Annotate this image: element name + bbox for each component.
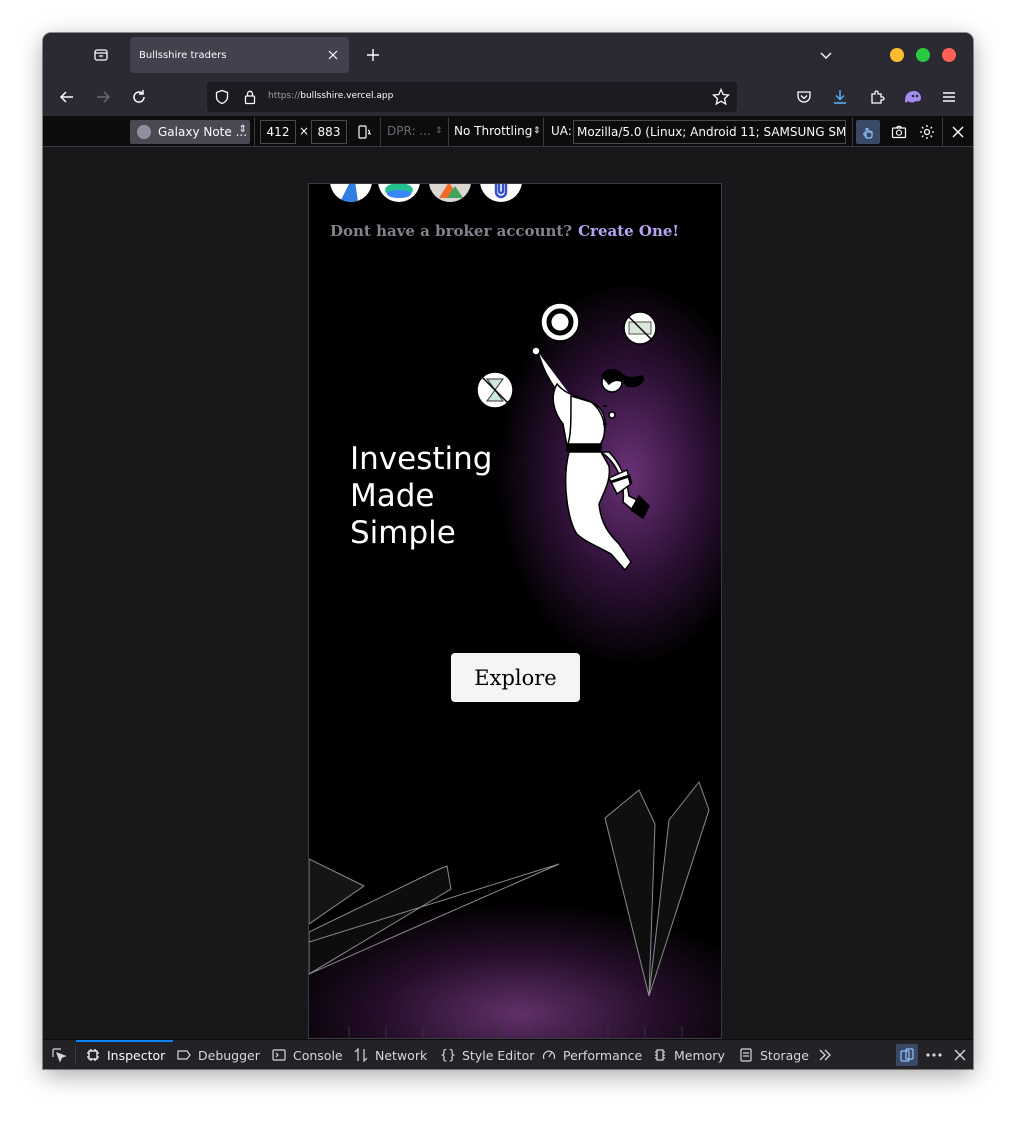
firefox-view-icon[interactable]	[89, 43, 113, 67]
close-tab-icon[interactable]	[325, 47, 341, 63]
hero-illustration	[309, 302, 710, 1038]
headline-line: Simple	[350, 515, 456, 551]
debugger-icon	[176, 1047, 192, 1063]
lock-icon[interactable]	[242, 89, 258, 109]
inspector-icon	[85, 1047, 101, 1063]
device-name: Galaxy Note ...	[158, 125, 248, 139]
extensions-icon[interactable]	[865, 85, 889, 109]
jumping-woman-figure	[531, 346, 650, 572]
headline-line: Made	[350, 478, 435, 514]
no-hourglass-icon	[476, 371, 514, 409]
tab-title: Bullsshire traders	[139, 49, 227, 61]
responsive-design-toolbar: Galaxy Note ... ⇕ 412 × 883 DPR: ... ⇕ N…	[43, 117, 973, 147]
network-icon	[353, 1047, 369, 1063]
rotate-device-icon[interactable]	[352, 120, 376, 144]
performance-icon	[541, 1047, 557, 1063]
more-options-icon[interactable]	[923, 1044, 945, 1066]
close-window-button[interactable]	[942, 48, 956, 62]
devtools-toolbar: Inspector Debugger Console Network {} St…	[43, 1039, 973, 1069]
menu-icon[interactable]	[937, 85, 961, 109]
divider	[543, 117, 544, 147]
divider	[448, 117, 449, 147]
nav-bar: https://bullsshire.vercel.app	[43, 77, 973, 117]
times-sign: ×	[299, 124, 310, 138]
tab-label: Inspector	[107, 1047, 166, 1063]
tab-label: Performance	[563, 1047, 643, 1063]
divider	[380, 117, 381, 147]
back-arrow-icon[interactable]	[55, 85, 79, 109]
element-picker-icon[interactable]	[48, 1044, 70, 1066]
forward-arrow-icon[interactable]	[91, 85, 115, 109]
sort-arrows-icon: ⇕	[533, 126, 541, 136]
divider	[852, 117, 853, 147]
no-money-icon	[623, 311, 657, 345]
headline-line: Investing	[350, 441, 493, 477]
tab-style-editor[interactable]: {} Style Editor	[439, 1040, 535, 1069]
url-scheme: https://	[268, 91, 301, 101]
chrome-icon	[137, 125, 151, 139]
tab-bar: Bullsshire traders	[43, 33, 973, 77]
ua-label: UA:	[551, 124, 572, 138]
no-zero-brokerage-icon	[540, 302, 580, 342]
memory-icon	[652, 1047, 668, 1063]
divider	[942, 117, 943, 147]
device-selector[interactable]: Galaxy Note ... ⇕	[130, 120, 250, 144]
divider	[75, 1046, 76, 1064]
browser-window: Bullsshire traders https://bullsshire.ve…	[43, 33, 973, 1069]
new-tab-icon[interactable]	[361, 43, 385, 67]
bookmark-star-icon[interactable]	[711, 87, 731, 110]
user-agent-input[interactable]: Mozilla/5.0 (Linux; Android 11; SAMSUNG …	[573, 120, 846, 144]
tab-storage[interactable]: Storage	[738, 1040, 809, 1069]
tab-label: Network	[375, 1047, 428, 1063]
hero-headline: Investing Made Simple	[350, 441, 492, 552]
downloads-icon[interactable]	[828, 85, 852, 109]
tab-label: Console	[293, 1047, 343, 1063]
tab-label: Memory	[674, 1047, 725, 1063]
tab-network[interactable]: Network	[353, 1040, 427, 1069]
divider	[254, 117, 255, 147]
chevron-down-icon[interactable]	[814, 43, 838, 67]
reload-icon[interactable]	[127, 85, 151, 109]
bottom-tick-marks	[348, 1026, 683, 1038]
sort-arrows-icon: ⇕	[435, 126, 443, 136]
url-host: bullsshire.vercel.app	[300, 91, 394, 101]
close-devtools-icon[interactable]	[949, 1044, 971, 1066]
screenshot-icon[interactable]	[887, 120, 911, 144]
storage-icon	[738, 1047, 754, 1063]
pocket-icon[interactable]	[792, 85, 816, 109]
tab-inspector[interactable]: Inspector	[75, 1040, 174, 1069]
touch-simulation-icon[interactable]	[856, 120, 880, 144]
dpr-selector[interactable]: DPR: ...	[387, 124, 431, 138]
tab-console[interactable]: Console	[271, 1040, 343, 1069]
style-editor-icon: {}	[439, 1047, 457, 1063]
viewport-width-input[interactable]: 412	[260, 120, 296, 144]
paper-planes	[309, 780, 710, 997]
url-bar[interactable]: https://bullsshire.vercel.app	[207, 82, 737, 112]
account-avatar-icon[interactable]	[901, 85, 925, 109]
shield-icon[interactable]	[214, 89, 230, 109]
tab-label: Debugger	[198, 1047, 260, 1063]
throttling-selector[interactable]: No Throttling	[454, 124, 532, 138]
tab-label: Style Editor	[462, 1047, 535, 1063]
close-rdm-icon[interactable]	[946, 120, 970, 144]
device-viewport: Dont have a broker account?Create One!	[308, 183, 722, 1039]
explore-button[interactable]: Explore	[451, 653, 580, 702]
tab-debugger[interactable]: Debugger	[176, 1040, 260, 1069]
url-text[interactable]: https://bullsshire.vercel.app	[268, 91, 393, 101]
tab-memory[interactable]: Memory	[652, 1040, 725, 1069]
more-tabs-chevron-icon[interactable]	[814, 1044, 836, 1066]
tab-label: Storage	[760, 1047, 809, 1063]
viewport-height-input[interactable]: 883	[311, 120, 347, 144]
console-icon	[271, 1047, 287, 1063]
browser-tab[interactable]: Bullsshire traders	[130, 37, 349, 73]
minimize-button[interactable]	[890, 48, 904, 62]
tab-performance[interactable]: Performance	[541, 1040, 642, 1069]
settings-gear-icon[interactable]	[915, 120, 939, 144]
sort-arrows-icon: ⇕	[238, 124, 247, 135]
maximize-button[interactable]	[916, 48, 930, 62]
responsive-mode-icon[interactable]	[896, 1044, 918, 1066]
